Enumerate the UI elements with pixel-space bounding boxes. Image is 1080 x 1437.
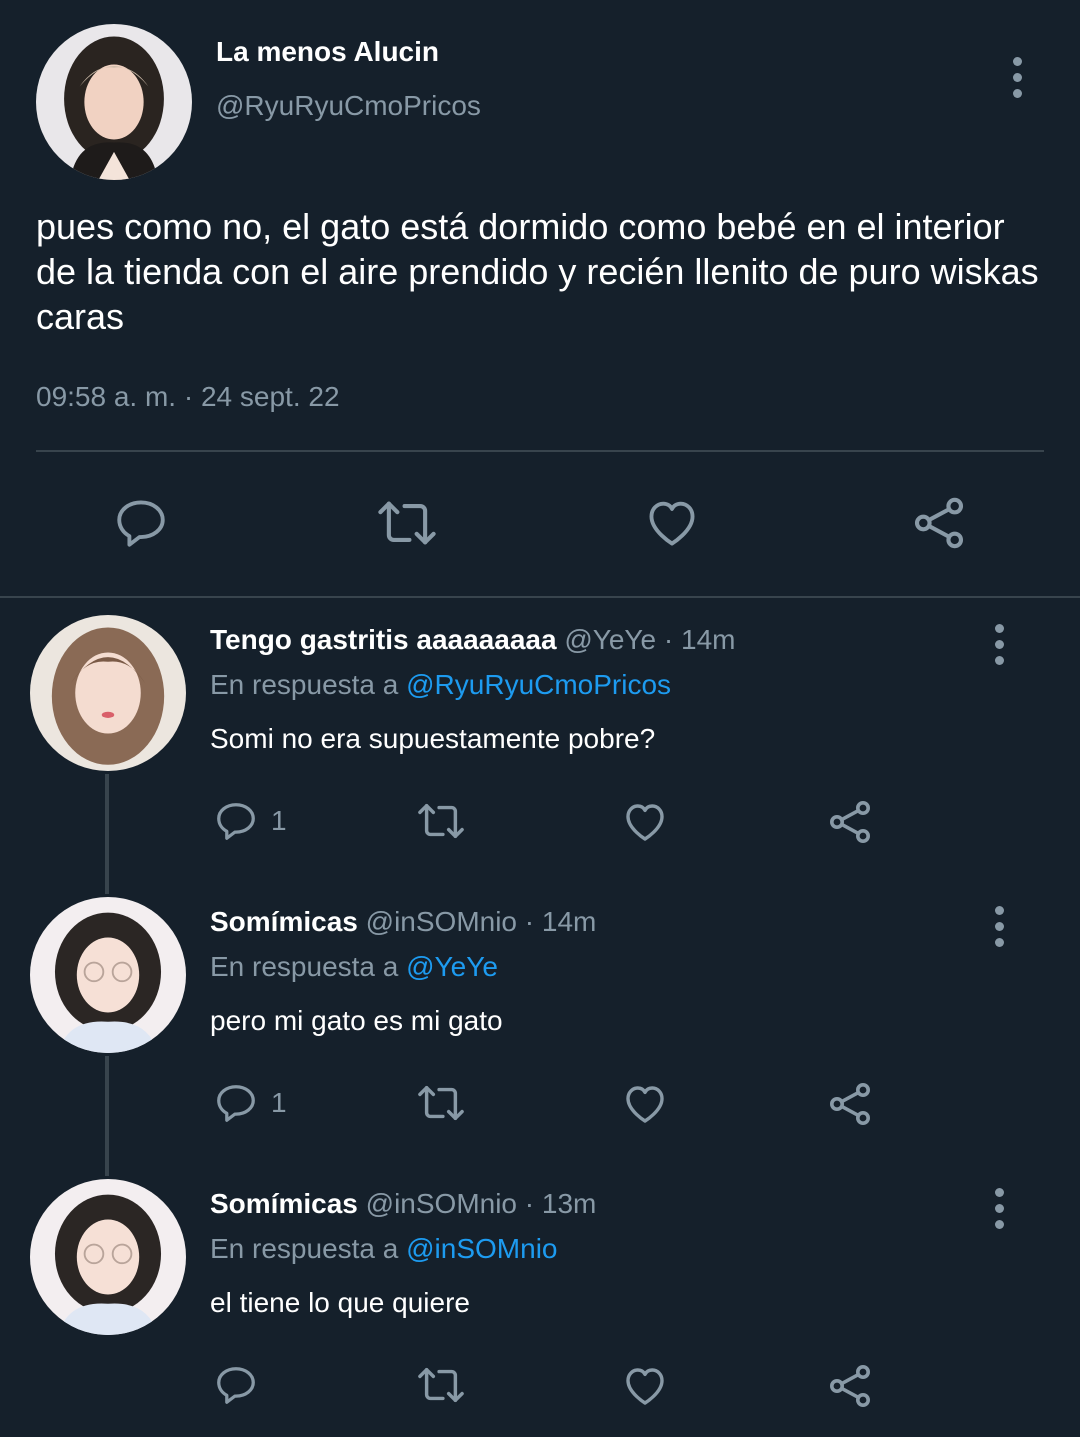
reply-like-button[interactable] bbox=[621, 1080, 669, 1128]
avatar-photo bbox=[30, 1179, 186, 1335]
reply-to-link[interactable]: @RyuRyuCmoPricos bbox=[406, 669, 671, 700]
section-divider bbox=[0, 596, 1080, 598]
more-vertical-icon[interactable] bbox=[989, 1188, 1009, 1229]
reply-like-button[interactable] bbox=[621, 1362, 669, 1410]
reply-avatar[interactable] bbox=[30, 1179, 186, 1335]
reply-like-button[interactable] bbox=[621, 798, 669, 846]
reply-reply-button[interactable]: 1 bbox=[213, 1080, 287, 1126]
share-icon bbox=[914, 497, 964, 549]
reply-retweet-button[interactable] bbox=[414, 798, 468, 844]
reply-count: 1 bbox=[271, 805, 287, 836]
reply-context: En respuesta a @RyuRyuCmoPricos bbox=[210, 669, 671, 701]
reply-time[interactable]: · 14m bbox=[525, 906, 597, 937]
reply-text: el tiene lo que quiere bbox=[210, 1287, 470, 1318]
reply-header: Tengo gastritis aaaaaaaaa @YeYe · 14m bbox=[210, 624, 735, 656]
heart-icon bbox=[626, 1368, 664, 1405]
reply-retweet-button[interactable] bbox=[414, 1362, 468, 1408]
reply-context: En respuesta a @YeYe bbox=[210, 951, 498, 983]
reply-to-link[interactable]: @YeYe bbox=[406, 951, 498, 982]
reply-reply-button[interactable]: 1 bbox=[213, 798, 287, 844]
main-divider bbox=[36, 450, 1044, 452]
more-vertical-icon[interactable] bbox=[1007, 57, 1027, 98]
reply-display-name[interactable]: Somímicas bbox=[210, 1188, 358, 1219]
main-tweet-text: pues como no, el gato está dormido como … bbox=[36, 206, 1039, 337]
main-handle[interactable]: @RyuRyuCmoPricos bbox=[216, 90, 481, 122]
reply-context: En respuesta a @inSOMnio bbox=[210, 1233, 558, 1265]
retweet-icon bbox=[418, 803, 464, 839]
share-icon bbox=[830, 1083, 870, 1125]
heart-icon bbox=[626, 804, 664, 841]
thread-line bbox=[105, 774, 109, 894]
main-share-button[interactable] bbox=[910, 494, 968, 552]
reply-icon bbox=[217, 1085, 255, 1122]
reply-prefix: En respuesta a bbox=[210, 1233, 399, 1264]
avatar-photo bbox=[30, 897, 186, 1053]
avatar-photo bbox=[30, 615, 186, 771]
reply-prefix: En respuesta a bbox=[210, 951, 399, 982]
reply-icon bbox=[217, 1367, 255, 1404]
reply-handle[interactable]: @inSOMnio bbox=[366, 906, 517, 937]
reply-icon bbox=[117, 500, 165, 547]
reply-share-button[interactable] bbox=[826, 1080, 874, 1128]
reply-retweet-button[interactable] bbox=[414, 1080, 468, 1126]
reply-share-button[interactable] bbox=[826, 1362, 874, 1410]
reply-avatar[interactable] bbox=[30, 615, 186, 771]
share-icon bbox=[830, 801, 870, 843]
main-avatar[interactable] bbox=[36, 24, 192, 180]
reply-icon bbox=[217, 803, 255, 840]
reply-time[interactable]: · 14m bbox=[664, 624, 736, 655]
share-icon bbox=[830, 1365, 870, 1407]
main-retweet-button[interactable] bbox=[374, 494, 440, 552]
retweet-icon bbox=[418, 1085, 464, 1121]
reply-avatar[interactable] bbox=[30, 897, 186, 1053]
heart-icon bbox=[649, 501, 695, 546]
retweet-icon bbox=[378, 501, 436, 545]
reply-reply-button[interactable] bbox=[213, 1362, 271, 1408]
main-timestamp[interactable]: 09:58 a. m. · 24 sept. 22 bbox=[36, 381, 340, 413]
heart-icon bbox=[626, 1086, 664, 1123]
thread-line bbox=[105, 1056, 109, 1176]
reply-header: Somímicas @inSOMnio · 14m bbox=[210, 906, 596, 938]
reply-handle[interactable]: @YeYe bbox=[564, 624, 656, 655]
reply-prefix: En respuesta a bbox=[210, 669, 399, 700]
avatar-photo bbox=[36, 24, 192, 180]
reply-share-button[interactable] bbox=[826, 798, 874, 846]
more-vertical-icon[interactable] bbox=[989, 624, 1009, 665]
main-display-name[interactable]: La menos Alucin bbox=[216, 36, 439, 68]
reply-handle[interactable]: @inSOMnio bbox=[366, 1188, 517, 1219]
main-reply-button[interactable] bbox=[112, 494, 170, 552]
retweet-icon bbox=[418, 1367, 464, 1403]
main-like-button[interactable] bbox=[643, 494, 701, 552]
reply-display-name[interactable]: Somímicas bbox=[210, 906, 358, 937]
reply-header: Somímicas @inSOMnio · 13m bbox=[210, 1188, 596, 1220]
reply-time[interactable]: · 13m bbox=[525, 1188, 597, 1219]
reply-to-link[interactable]: @inSOMnio bbox=[406, 1233, 557, 1264]
more-vertical-icon[interactable] bbox=[989, 906, 1009, 947]
reply-display-name[interactable]: Tengo gastritis aaaaaaaaa bbox=[210, 624, 557, 655]
reply-count: 1 bbox=[271, 1087, 287, 1118]
reply-text: Somi no era supuestamente pobre? bbox=[210, 723, 656, 754]
reply-text: pero mi gato es mi gato bbox=[210, 1005, 503, 1036]
